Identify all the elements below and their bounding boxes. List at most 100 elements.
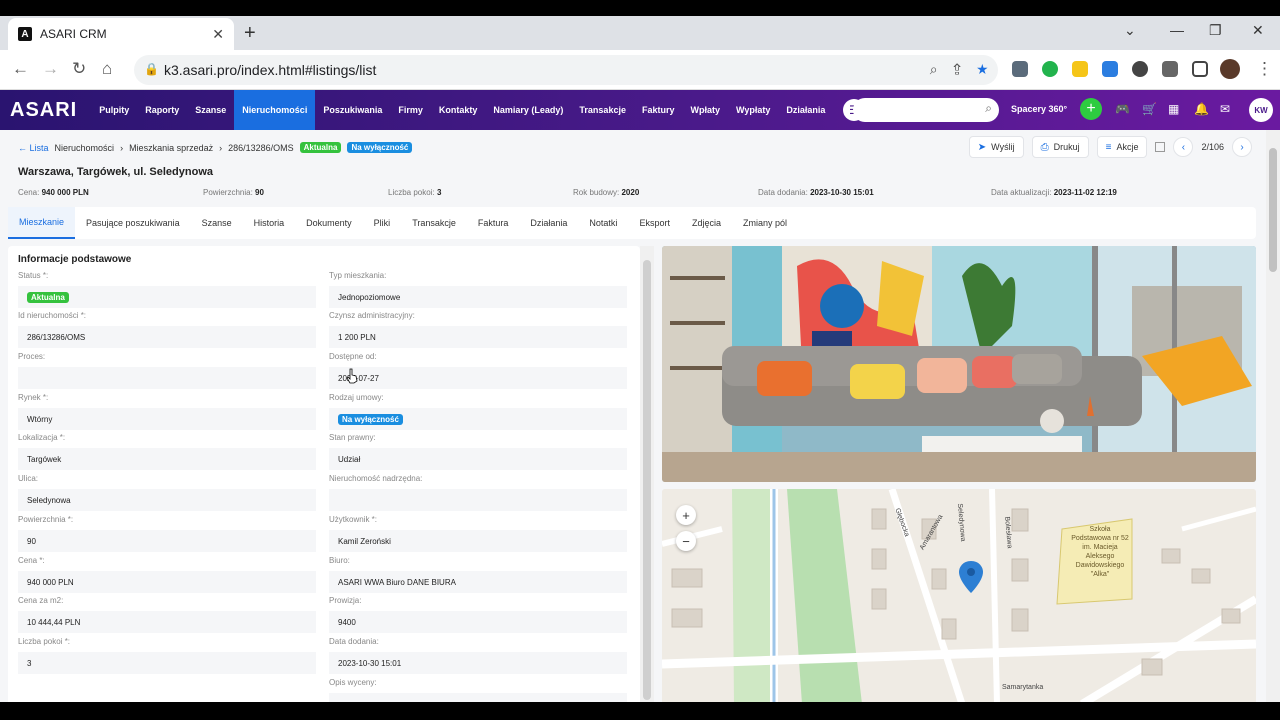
location-map[interactable]: Szkoła Podstawowa nr 52 im. Macieja Alek…	[662, 489, 1256, 702]
tab-eksport[interactable]: Eksport	[628, 207, 681, 239]
extension-skype-icon[interactable]	[1012, 61, 1028, 77]
tab-historia[interactable]: Historia	[243, 207, 296, 239]
powierzchnia-input[interactable]: 90	[18, 530, 316, 552]
tab-notatki[interactable]: Notatki	[578, 207, 628, 239]
prev-record-button[interactable]: ‹	[1173, 137, 1194, 157]
tab-transakcje[interactable]: Transakcje	[401, 207, 467, 239]
share-icon[interactable]: ⇪	[953, 61, 961, 77]
id-input[interactable]: 286/13286/OMS	[18, 326, 316, 348]
extension-note-icon[interactable]	[1072, 61, 1088, 77]
ulica-input[interactable]: Seledynowa	[18, 489, 316, 511]
map-zoom-in-button[interactable]: +	[676, 505, 696, 525]
spacery-360-link[interactable]: Spacery 360°	[1011, 104, 1067, 114]
address-bar[interactable]: 🔒 k3.asari.pro/index.html#listings/list …	[134, 55, 998, 85]
side-panel-icon[interactable]	[1192, 61, 1208, 77]
back-to-list-link[interactable]: ← Lista	[18, 143, 49, 153]
reload-icon[interactable]: ↻	[72, 59, 86, 79]
map-zoom-out-button[interactable]: −	[676, 531, 696, 551]
nav-wplaty[interactable]: Wpłaty	[682, 90, 728, 130]
tab-search-chevron-icon[interactable]: ⌄	[1124, 22, 1136, 39]
page-scroll-thumb[interactable]	[1269, 148, 1277, 272]
forward-icon[interactable]: →	[42, 59, 59, 79]
form-scroll-thumb[interactable]	[643, 260, 651, 700]
form-scrollbar[interactable]	[640, 246, 654, 702]
nav-raporty[interactable]: Raporty	[137, 90, 187, 130]
rynek-select[interactable]: Wtórny	[18, 408, 316, 430]
tab-dokumenty[interactable]: Dokumenty	[295, 207, 363, 239]
breadcrumb-mieszkania[interactable]: Mieszkania sprzedaż	[129, 143, 213, 153]
biuro-select[interactable]: ASARI WWA Biuro DANE BIURA	[329, 571, 627, 593]
nav-poszukiwania[interactable]: Poszukiwania	[315, 90, 390, 130]
data-dodania-input[interactable]: 2023-10-30 15:01	[329, 652, 627, 674]
actions-button[interactable]: ≡ Akcje	[1096, 136, 1148, 158]
next-record-button[interactable]: ›	[1232, 137, 1252, 157]
close-tab-icon[interactable]: ✕	[212, 26, 224, 43]
restore-icon[interactable]: ❐	[1209, 22, 1222, 39]
close-window-icon[interactable]: ✕	[1252, 22, 1264, 39]
stan-prawny-select[interactable]: Udział	[329, 448, 627, 470]
browser-menu-icon[interactable]: ⋮	[1256, 59, 1273, 79]
nav-kontakty[interactable]: Kontakty	[431, 90, 486, 130]
tab-mieszkanie[interactable]: Mieszkanie	[8, 207, 76, 239]
search-icon: ⌕	[985, 101, 992, 115]
tab-faktura[interactable]: Faktura	[467, 207, 520, 239]
profile-avatar[interactable]	[1220, 59, 1240, 79]
proces-input[interactable]	[18, 367, 316, 389]
nav-namiary[interactable]: Namiary (Leady)	[485, 90, 571, 130]
liczba-pokoi-input[interactable]: 3	[18, 652, 316, 674]
nav-pulpity[interactable]: Pulpity	[91, 90, 137, 130]
home-icon[interactable]: ⌂	[102, 59, 112, 79]
tab-zdjecia[interactable]: Zdjęcia	[681, 207, 732, 239]
nav-faktury[interactable]: Faktury	[634, 90, 683, 130]
asari-logo[interactable]: ASARI	[0, 99, 91, 122]
page-scrollbar[interactable]	[1266, 130, 1280, 702]
extension-grid-icon[interactable]	[1102, 61, 1118, 77]
lokalizacja-input[interactable]: Targówek	[18, 448, 316, 470]
browser-tab[interactable]: A ASARI CRM ✕	[8, 18, 234, 50]
tab-dzialania[interactable]: Działania	[519, 207, 578, 239]
calendar-icon[interactable]: ▦	[1168, 102, 1179, 116]
umowa-select[interactable]: Na wyłączność	[329, 408, 627, 430]
opis-wyceny-input[interactable]	[329, 693, 627, 702]
nadrzedna-input[interactable]	[329, 489, 627, 511]
bookmark-star-icon[interactable]: ★	[977, 61, 988, 77]
nav-szanse[interactable]: Szanse	[187, 90, 234, 130]
zoom-icon[interactable]: ⌕	[930, 61, 938, 77]
typ-select[interactable]: Jednopoziomowe	[329, 286, 627, 308]
mail-icon[interactable]: ✉	[1220, 102, 1230, 116]
cena-m2-input[interactable]: 10 444,44 PLN	[18, 611, 316, 633]
back-icon[interactable]: ←	[12, 59, 29, 79]
uzytkownik-select[interactable]: Kamil Zeroński	[329, 530, 627, 552]
send-button[interactable]: ➤ Wyślij	[968, 136, 1024, 158]
nav-firmy[interactable]: Firmy	[390, 90, 431, 130]
contract-badge: Na wyłączność	[347, 142, 413, 153]
czynsz-input[interactable]: 1 200 PLN	[329, 326, 627, 348]
status-value[interactable]: Aktualna	[18, 286, 316, 308]
breadcrumb-nieruchomosci[interactable]: Nieruchomości	[55, 143, 115, 153]
nav-nieruchomosci[interactable]: Nieruchomości	[234, 90, 316, 130]
global-search-input[interactable]: ⌕	[853, 98, 999, 122]
add-new-button[interactable]: +	[1080, 98, 1102, 120]
new-tab-icon[interactable]: +	[244, 22, 256, 45]
bell-icon[interactable]: 🔔	[1194, 102, 1209, 116]
extension-cookie-icon[interactable]	[1132, 61, 1148, 77]
extensions-puzzle-icon[interactable]	[1162, 61, 1178, 77]
nav-wyplaty[interactable]: Wypłaty	[728, 90, 778, 130]
tab-pliki[interactable]: Pliki	[363, 207, 402, 239]
gamepad-icon[interactable]: 🎮	[1115, 102, 1130, 116]
cart-icon[interactable]: 🛒	[1142, 102, 1157, 116]
select-checkbox[interactable]	[1155, 142, 1166, 152]
tab-zmiany-pol[interactable]: Zmiany pól	[732, 207, 798, 239]
minimize-icon[interactable]: —	[1170, 22, 1184, 38]
prowizja-input[interactable]: 9400	[329, 611, 627, 633]
user-avatar[interactable]: KW	[1249, 98, 1273, 122]
print-button[interactable]: ⎙ Drukuj	[1031, 136, 1089, 158]
tab-pasujace[interactable]: Pasujące poszukiwania	[75, 207, 191, 239]
dostepne-input[interactable]: 2024-07-27	[329, 367, 627, 389]
cena-input[interactable]: 940 000 PLN	[18, 571, 316, 593]
extension-grammarly-icon[interactable]	[1042, 61, 1058, 77]
nav-transakcje[interactable]: Transakcje	[571, 90, 634, 130]
nav-dzialania[interactable]: Działania	[778, 90, 833, 130]
listing-photo[interactable]	[662, 246, 1256, 482]
tab-szanse[interactable]: Szanse	[191, 207, 243, 239]
